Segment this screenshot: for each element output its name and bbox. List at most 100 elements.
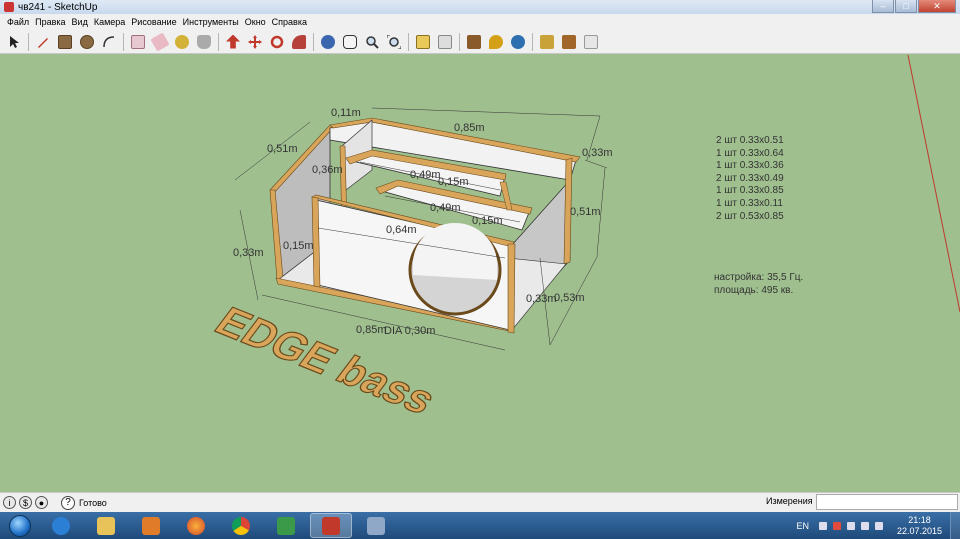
zoom-tool-button[interactable] bbox=[362, 32, 382, 52]
taskbar: EN 21:18 22.07.2015 bbox=[0, 512, 960, 539]
follow-me-button[interactable] bbox=[289, 32, 309, 52]
menu-window[interactable]: Окно bbox=[242, 17, 269, 27]
zoom-extents-button[interactable] bbox=[384, 32, 404, 52]
section-plane-button[interactable] bbox=[413, 32, 433, 52]
styles-icon bbox=[562, 34, 576, 49]
toolbar bbox=[0, 30, 960, 54]
orbit-tool-button[interactable] bbox=[318, 32, 338, 52]
section-display-button[interactable] bbox=[435, 32, 455, 52]
maximize-button[interactable]: □ bbox=[895, 0, 917, 13]
rotate-tool-button[interactable] bbox=[267, 32, 287, 52]
orbit-icon bbox=[321, 34, 335, 49]
toolbar-separator bbox=[218, 32, 219, 51]
taskbar-app-calculator[interactable] bbox=[355, 513, 397, 538]
action-center-icon[interactable] bbox=[832, 521, 841, 530]
follow-me-icon bbox=[292, 34, 306, 49]
model-viewport[interactable]: EDGE bass 0,51m 0,11m 0,85m 0,33m 0,36m … bbox=[0, 55, 960, 492]
help-icon[interactable]: ? bbox=[61, 495, 75, 510]
volume-icon[interactable] bbox=[874, 521, 883, 530]
measurements-input[interactable] bbox=[816, 494, 958, 510]
styles-button[interactable] bbox=[559, 32, 579, 52]
taskbar-app-media-player[interactable] bbox=[130, 513, 172, 538]
geo-location-status-icon[interactable]: i bbox=[3, 496, 16, 509]
parts-list-item: 1 шт 0.33x0.11 bbox=[716, 197, 783, 209]
push-pull-button[interactable] bbox=[223, 32, 243, 52]
layers-icon bbox=[584, 34, 598, 49]
model-drawing[interactable]: EDGE bass 0,51m 0,11m 0,85m 0,33m 0,36m … bbox=[0, 55, 960, 492]
rectangle-tool-button[interactable] bbox=[55, 32, 75, 52]
window-title: чв241 - SketchUp bbox=[18, 1, 98, 13]
show-hidden-icons-icon[interactable] bbox=[818, 521, 827, 530]
tape-measure-icon bbox=[175, 34, 189, 49]
toolbar-separator bbox=[532, 32, 533, 51]
taskbar-app-chrome[interactable] bbox=[220, 513, 262, 538]
toolbar-separator bbox=[123, 32, 124, 51]
arc-tool-button[interactable] bbox=[99, 32, 119, 52]
clock-date: 22.07.2015 bbox=[896, 525, 942, 536]
line-tool-button[interactable] bbox=[33, 32, 53, 52]
measurements-label: Измерения bbox=[766, 496, 813, 506]
close-button[interactable]: ✕ bbox=[918, 0, 956, 13]
eraser-tool-button[interactable] bbox=[150, 31, 170, 52]
parts-list-item: 2 шт 0.33x0.51 bbox=[716, 135, 784, 146]
internet-explorer-icon bbox=[52, 516, 70, 535]
credits-status-icon[interactable]: $ bbox=[19, 496, 32, 509]
dim-label: 0,33m bbox=[233, 247, 264, 259]
start-button[interactable] bbox=[0, 512, 40, 539]
hand-icon bbox=[343, 34, 357, 49]
media-player-icon bbox=[142, 516, 160, 535]
minimize-button[interactable]: – bbox=[872, 0, 894, 13]
menu-file[interactable]: Файл bbox=[4, 17, 32, 27]
menu-bar: Файл Правка Вид Камера Рисование Инструм… bbox=[0, 14, 960, 30]
warehouse-icon bbox=[467, 34, 481, 49]
sketchup-icon bbox=[322, 516, 340, 535]
clock[interactable]: 21:18 22.07.2015 bbox=[897, 515, 942, 537]
sketchup-app-icon bbox=[4, 2, 14, 12]
photo-texture-button[interactable] bbox=[508, 32, 528, 52]
parts-list-item: 1 шт 0.33x0.36 bbox=[716, 160, 784, 172]
warehouse-button[interactable] bbox=[464, 32, 484, 52]
tray-app-icon[interactable] bbox=[846, 521, 855, 530]
toolbar-separator bbox=[459, 32, 460, 51]
dim-label: 0,15m bbox=[472, 215, 503, 227]
taskbar-app-internet-explorer[interactable] bbox=[40, 513, 82, 538]
layers-button[interactable] bbox=[581, 32, 601, 52]
pan-tool-button[interactable] bbox=[340, 32, 360, 52]
user-status-icon[interactable]: ● bbox=[35, 496, 48, 509]
select-tool-button[interactable] bbox=[4, 32, 24, 52]
menu-draw[interactable]: Рисование bbox=[128, 17, 179, 27]
zoom-extents-icon bbox=[387, 34, 401, 49]
tape-measure-button[interactable] bbox=[172, 32, 192, 52]
paint-bucket-button[interactable] bbox=[194, 32, 214, 52]
dim-label: 0,51m bbox=[267, 143, 298, 155]
move-tool-button[interactable] bbox=[245, 32, 265, 52]
taskbar-app-sketchup[interactable] bbox=[310, 513, 352, 538]
show-desktop-button[interactable] bbox=[950, 512, 960, 539]
taskbar-app-task-manager[interactable] bbox=[265, 513, 307, 538]
taskbar-app-file-explorer[interactable] bbox=[85, 513, 127, 538]
make-component-button[interactable] bbox=[128, 32, 148, 52]
components-button[interactable] bbox=[537, 32, 557, 52]
windows-logo-icon bbox=[9, 514, 31, 537]
dim-label: 0,85m bbox=[454, 122, 485, 134]
dim-label: DIA 0,30m bbox=[384, 325, 435, 337]
circle-tool-button[interactable] bbox=[77, 32, 97, 52]
paint-bucket-icon bbox=[197, 34, 211, 49]
dim-label: 0,15m bbox=[438, 176, 469, 188]
language-indicator[interactable]: EN bbox=[796, 521, 809, 531]
window-controls: – □ ✕ bbox=[872, 0, 956, 13]
menu-view[interactable]: Вид bbox=[69, 17, 91, 27]
menu-tools[interactable]: Инструменты bbox=[180, 17, 242, 27]
eraser-icon bbox=[150, 31, 170, 52]
taskbar-app-firefox[interactable] bbox=[175, 513, 217, 538]
dim-label: 0,64m bbox=[386, 224, 417, 236]
geo-location-button[interactable] bbox=[486, 32, 506, 52]
chrome-icon bbox=[232, 516, 250, 535]
menu-camera[interactable]: Камера bbox=[91, 17, 128, 27]
chart-icon bbox=[277, 516, 295, 535]
menu-edit[interactable]: Правка bbox=[32, 17, 68, 27]
menu-help[interactable]: Справка bbox=[269, 17, 310, 27]
rectangle-icon bbox=[58, 34, 72, 49]
network-icon[interactable] bbox=[860, 521, 869, 530]
magnifier-icon bbox=[366, 35, 379, 49]
